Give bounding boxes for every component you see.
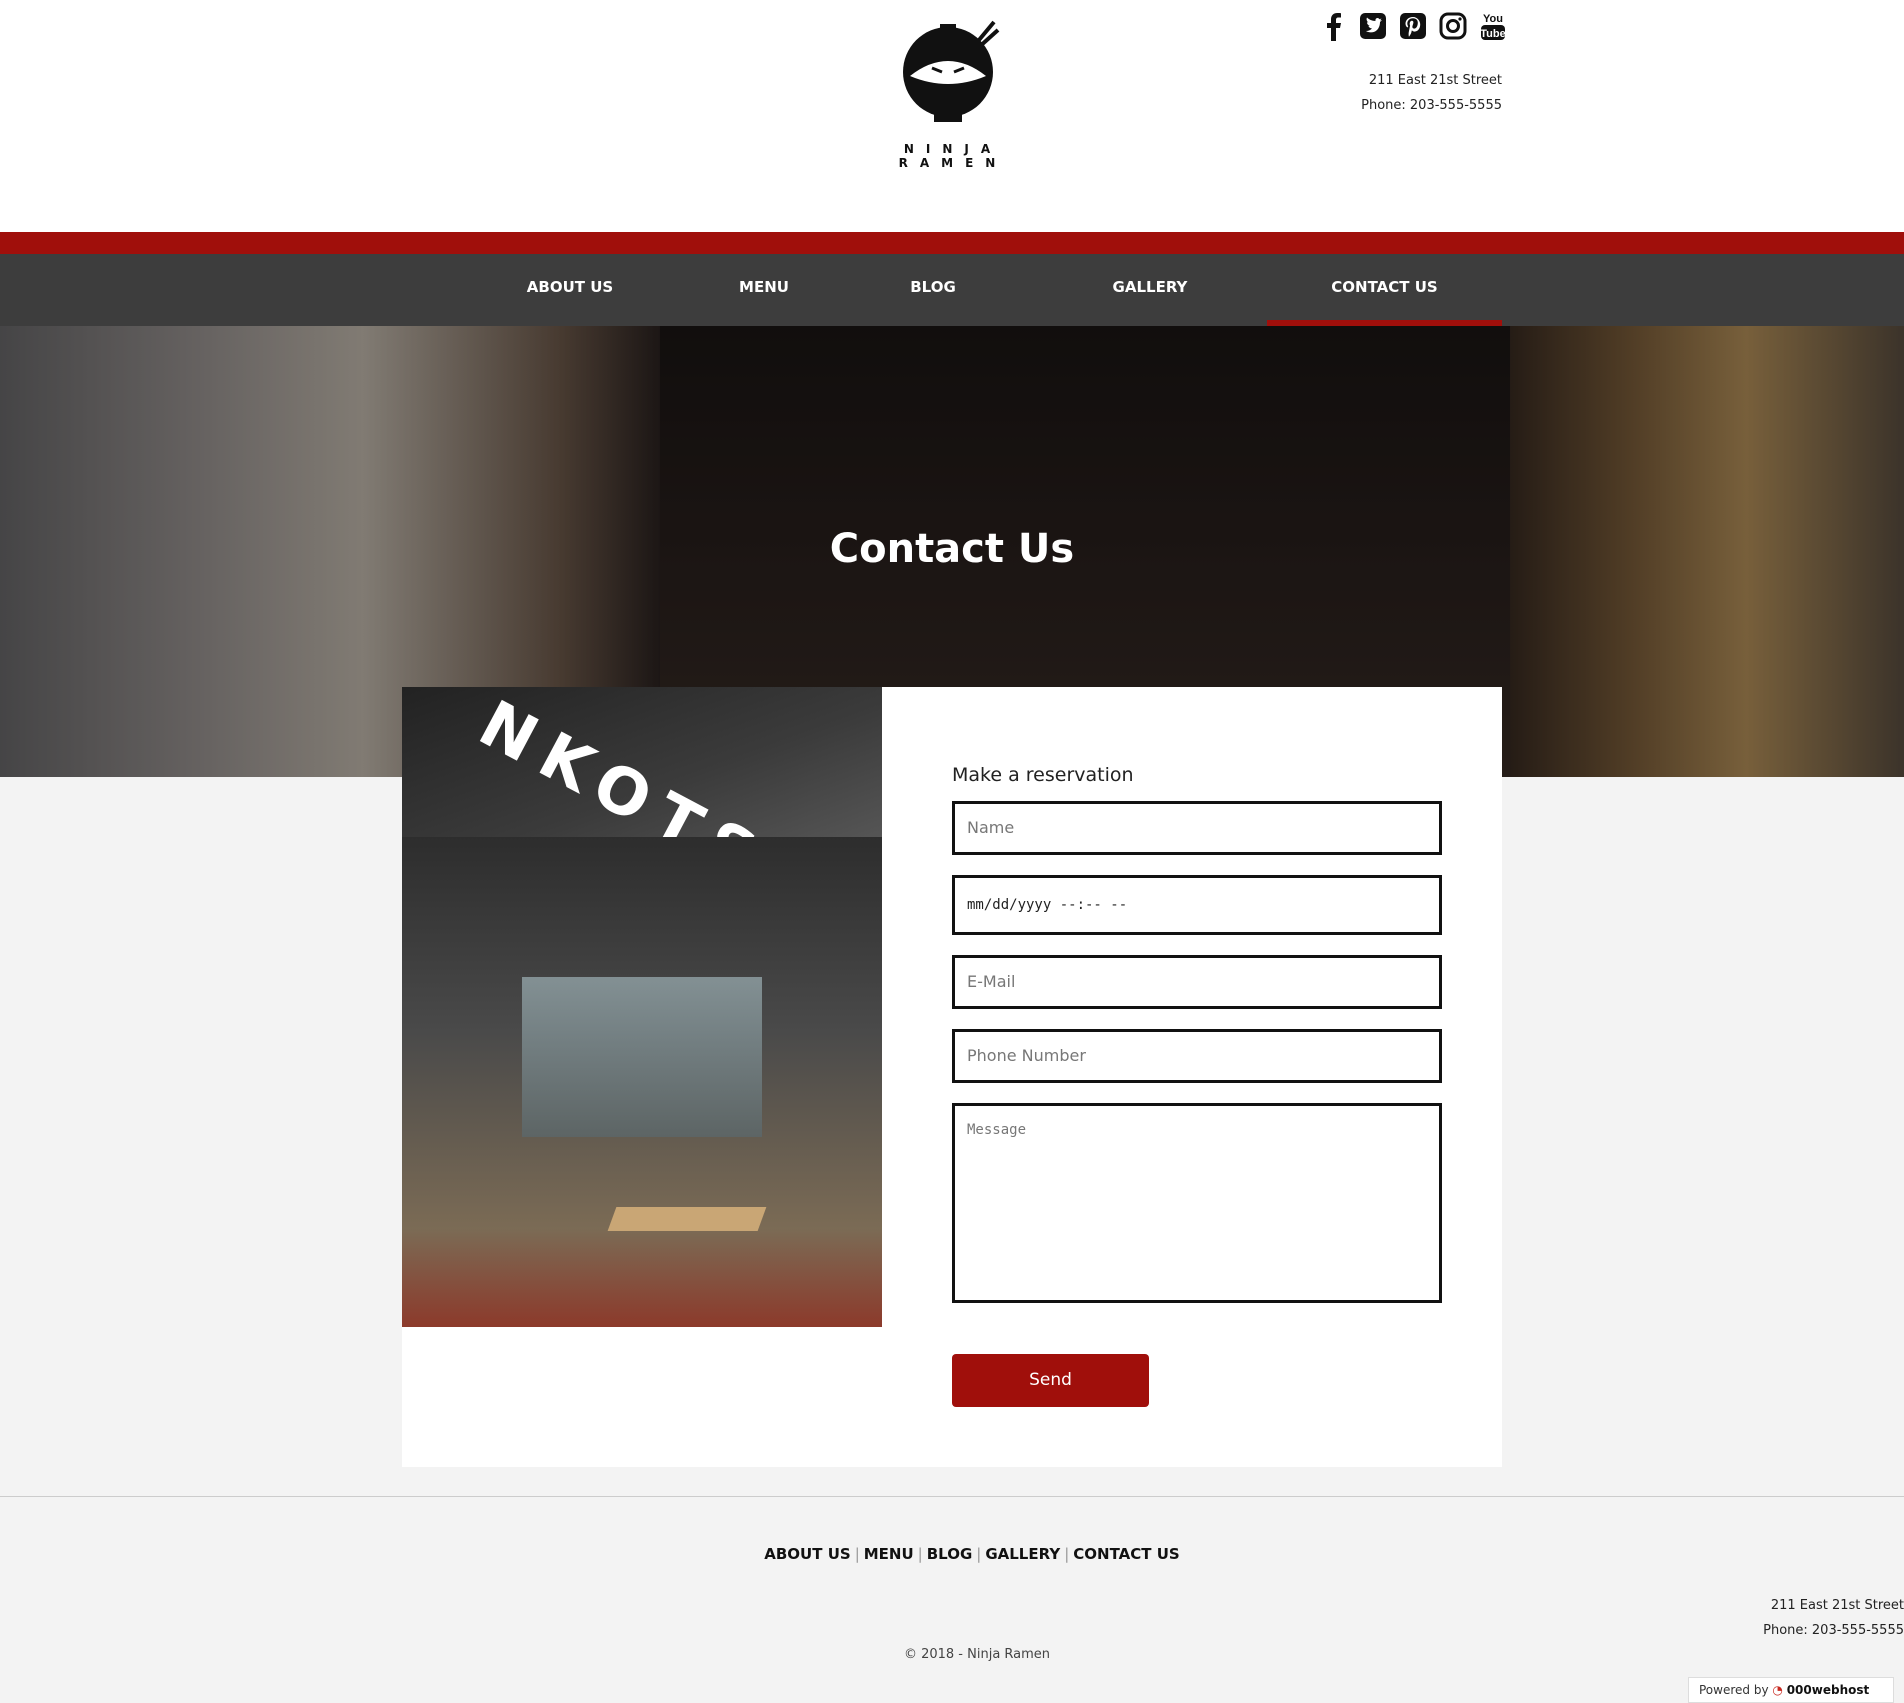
header-address: 211 East 21st Street <box>1368 73 1502 88</box>
logo[interactable]: NINJA RAMEN <box>848 18 1058 170</box>
send-button[interactable]: Send <box>952 1354 1149 1407</box>
svg-text:You: You <box>1483 13 1503 25</box>
youtube-icon[interactable]: You Tube <box>1478 10 1508 42</box>
email-field[interactable]: E-Mail <box>952 955 1442 1009</box>
header-contact-info: 211 East 21st Street Phone: 203-555-5555 <box>1361 68 1502 118</box>
twitter-icon[interactable] <box>1358 10 1388 42</box>
footer-separator: | <box>917 1545 923 1563</box>
badge-host-name: 000webhost <box>1786 1683 1870 1697</box>
restaurant-photo: NKOTSU <box>402 687 882 1327</box>
site-header: NINJA RAMEN You Tube 211 East 21st Street… <box>0 0 1904 232</box>
social-links: You Tube <box>1318 10 1508 42</box>
footer-address: 211 East 21st Street <box>1770 1598 1904 1613</box>
instagram-icon[interactable] <box>1438 10 1468 42</box>
webhost-logo-icon: ◔ <box>1772 1683 1783 1697</box>
footer-separator: | <box>1064 1545 1070 1563</box>
header-phone: Phone: 203-555-5555 <box>1361 98 1502 113</box>
name-field[interactable]: Name <box>952 801 1442 855</box>
footer-separator: | <box>854 1545 860 1563</box>
nav-item-contact-us[interactable]: CONTACT US <box>1267 254 1502 326</box>
accent-bar <box>0 232 1904 254</box>
logo-wordmark: NINJA RAMEN <box>898 142 1008 170</box>
photo-table <box>607 1207 767 1231</box>
footer-link-about-us[interactable]: ABOUT US <box>764 1545 850 1563</box>
footer-contact-info: 211 East 21st Street Phone: 203-555-5555 <box>1763 1593 1904 1643</box>
svg-text:Tube: Tube <box>1480 28 1505 40</box>
contact-card: NKOTSU Make a reservation Name mm/dd/yyy… <box>402 687 1502 1467</box>
phone-field[interactable]: Phone Number <box>952 1029 1442 1083</box>
message-field[interactable]: Message <box>952 1103 1442 1303</box>
pinterest-icon[interactable] <box>1398 10 1428 42</box>
footer-links: ABOUT US | MENU | BLOG | GALLERY | CONTACT US <box>0 1545 1904 1563</box>
footer-link-blog[interactable]: BLOG <box>927 1545 973 1563</box>
nav-item-blog[interactable]: BLOG <box>868 254 998 326</box>
footer-separator: | <box>976 1545 982 1563</box>
copyright: © 2018 - Ninja Ramen <box>903 1647 1051 1662</box>
badge-powered-text: Powered by <box>1699 1683 1769 1697</box>
footer-phone: Phone: 203-555-5555 <box>1763 1623 1904 1638</box>
footer-link-gallery[interactable]: GALLERY <box>985 1545 1060 1563</box>
facebook-icon[interactable] <box>1318 10 1348 42</box>
footer-link-contact-us[interactable]: CONTACT US <box>1073 1545 1179 1563</box>
site-footer: ABOUT US | MENU | BLOG | GALLERY | CONTACT US 21… <box>0 1496 1904 1703</box>
reservation-form: Make a reservation Name mm/dd/yyyy --:--… <box>952 764 1442 1303</box>
ninja-logo-icon <box>903 20 1000 122</box>
footer-link-menu[interactable]: MENU <box>864 1545 914 1563</box>
form-title: Make a reservation <box>952 764 1134 786</box>
main-nav: ABOUT US MENU BLOG GALLERY CONTACT US <box>0 254 1904 326</box>
nav-item-gallery[interactable]: GALLERY <box>1060 254 1240 326</box>
page-title: Contact Us <box>829 526 1075 572</box>
hosting-badge[interactable]: Powered by ◔ 000webhost <box>1688 1677 1894 1703</box>
nav-item-about-us[interactable]: ABOUT US <box>466 254 674 326</box>
photo-window <box>522 977 762 1137</box>
nav-item-menu[interactable]: MENU <box>660 254 868 326</box>
datetime-field[interactable]: mm/dd/yyyy --:-- -- <box>952 875 1442 935</box>
